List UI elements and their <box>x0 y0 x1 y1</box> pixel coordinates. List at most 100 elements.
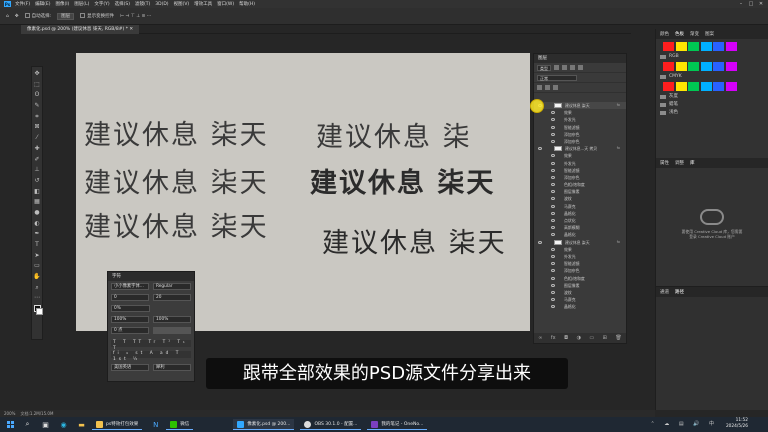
visibility-eye-icon[interactable] <box>551 233 555 237</box>
tab-swatches[interactable]: 色板 <box>675 31 684 37</box>
eyedropper-tool-icon[interactable]: ⁄ <box>33 134 41 142</box>
font-family-dropdown[interactable]: 小小像素字体... <box>111 283 149 290</box>
zoom-level[interactable]: 200% <box>4 411 15 416</box>
color-swatch[interactable] <box>725 42 737 51</box>
layer-effect-item[interactable]: 效果 <box>534 152 626 159</box>
visibility-eye-icon[interactable] <box>551 118 555 122</box>
layer-effect-item[interactable]: 智能滤镜 <box>534 260 626 267</box>
color-swatch[interactable] <box>725 82 737 91</box>
menu-plugins[interactable]: 增效工具 <box>194 1 212 7</box>
color-swatch[interactable] <box>663 82 674 91</box>
healing-tool-icon[interactable]: ✚ <box>33 145 41 153</box>
visibility-eye-icon[interactable] <box>551 276 555 280</box>
leading-field[interactable]: 20 <box>153 294 191 301</box>
lock-position-icon[interactable] <box>545 85 550 90</box>
fx-badge-icon[interactable]: fx <box>617 102 620 109</box>
visibility-eye-icon[interactable] <box>551 226 555 230</box>
path-select-tool-icon[interactable]: ➤ <box>33 252 41 260</box>
layer-effect-item[interactable]: 晶格化 <box>534 303 626 310</box>
layer-effect-item[interactable]: 外发光 <box>534 116 626 123</box>
lasso-tool-icon[interactable]: ʘ <box>33 91 41 99</box>
layer-effect-item[interactable]: 外发光 <box>534 160 626 167</box>
visibility-eye-icon[interactable] <box>551 111 555 115</box>
layer-effect-item[interactable]: 高斯模糊 <box>534 224 626 231</box>
visibility-eye-icon[interactable] <box>551 139 555 143</box>
move-tool-icon[interactable]: ✥ <box>15 14 19 19</box>
tab-libraries[interactable]: 库 <box>690 160 695 166</box>
taskbar-app-folder[interactable]: ps特效打包效果 <box>92 419 143 430</box>
color-swatch[interactable] <box>675 62 687 71</box>
visibility-eye-icon[interactable] <box>551 154 555 158</box>
color-swatch[interactable] <box>713 62 724 71</box>
tab-patterns[interactable]: 图案 <box>705 31 714 37</box>
system-tray[interactable]: ⌃ ☁ ▤ 🔊 中 <box>651 417 719 432</box>
minimize-icon[interactable]: – <box>736 1 746 7</box>
menu-help[interactable]: 帮助(H) <box>239 1 255 7</box>
visibility-eye-icon[interactable] <box>551 269 555 273</box>
visibility-eye-icon[interactable] <box>551 197 555 201</box>
fx-badge-icon[interactable]: fx <box>617 239 620 246</box>
move-tool-icon[interactable]: ✥ <box>33 70 41 78</box>
adjustment-icon[interactable]: ◑ <box>577 335 581 341</box>
more-tools-icon[interactable]: ⋯ <box>33 294 41 302</box>
visibility-eye-icon[interactable] <box>551 219 555 222</box>
visibility-eye-icon[interactable] <box>551 161 555 165</box>
dodge-tool-icon[interactable]: ◐ <box>33 220 41 228</box>
tab-paths[interactable]: 路径 <box>675 289 684 295</box>
home-icon[interactable]: ⌂ <box>6 14 9 19</box>
color-swatch[interactable] <box>675 82 687 91</box>
menu-view[interactable]: 视图(V) <box>174 1 190 7</box>
layer-effect-item[interactable]: 智能滤镜 <box>534 124 626 131</box>
layer-effect-item[interactable]: 图层像素 <box>534 282 626 289</box>
file-explorer-icon[interactable]: ▬ <box>77 421 86 429</box>
search-icon[interactable]: ⌕ <box>23 420 32 429</box>
taskbar-app-obs[interactable]: OBS 30.1.0 - 配置... <box>300 419 362 430</box>
layer-effect-item[interactable]: 添加杂色 <box>534 131 626 138</box>
close-icon[interactable]: ✕ <box>756 1 766 7</box>
lock-icon[interactable] <box>537 85 542 90</box>
visibility-eye-icon[interactable] <box>551 298 555 302</box>
layer-effect-item[interactable]: 晶格化 <box>534 210 626 217</box>
menu-type[interactable]: 文字(Y) <box>94 1 109 7</box>
menu-edit[interactable]: 编辑(E) <box>35 1 50 7</box>
close-tab-icon[interactable]: ✕ <box>129 27 133 32</box>
layer-effect-item[interactable]: 效果 <box>534 246 626 253</box>
swatch-group-gray[interactable]: 灰度 <box>656 93 768 101</box>
gradient-tool-icon[interactable]: ▦ <box>33 198 41 206</box>
anti-alias-dropdown[interactable]: 犀利 <box>153 364 191 371</box>
color-swatch[interactable] <box>700 42 712 51</box>
crop-tool-icon[interactable]: ⌗ <box>33 113 41 121</box>
show-transform-option[interactable]: 显示变换控件 <box>80 13 114 19</box>
language-dropdown[interactable]: 美国英语 <box>111 364 149 371</box>
visibility-eye-icon[interactable] <box>551 175 555 179</box>
layer-effect-item[interactable]: 效果 <box>534 109 626 116</box>
visibility-eye-icon[interactable] <box>551 211 555 215</box>
color-swatch[interactable] <box>663 62 674 71</box>
filter-pixel-icon[interactable] <box>554 65 559 70</box>
taskbar-clock[interactable]: 11:52 2024/5/26 <box>726 417 748 432</box>
visibility-eye-icon[interactable] <box>538 147 542 151</box>
group-icon[interactable]: ▭ <box>589 335 594 341</box>
type-tool-icon[interactable]: T <box>33 241 41 249</box>
windows-start-icon[interactable] <box>7 421 14 428</box>
vertical-scale-field[interactable]: 100% <box>111 316 149 323</box>
layer-effect-item[interactable]: 色相/饱和度 <box>534 275 626 282</box>
visibility-eye-icon[interactable] <box>551 283 555 287</box>
visibility-eye-icon[interactable] <box>551 132 555 136</box>
swatch-group-cmyk[interactable]: CMYK <box>656 73 768 81</box>
mask-icon[interactable]: ◘ <box>564 335 568 341</box>
new-layer-icon[interactable]: ⊞ <box>603 335 607 341</box>
font-size-field[interactable]: 0 <box>111 294 149 301</box>
cc-text-line-2[interactable]: 登录 Creative Cloud 账户 <box>656 234 768 239</box>
swatch-group-light[interactable]: 浅色 <box>656 109 768 117</box>
hand-tool-icon[interactable]: ✋ <box>33 273 41 281</box>
menu-window[interactable]: 窗口(W) <box>217 1 234 7</box>
font-style-dropdown[interactable]: Regular <box>153 283 191 290</box>
auto-select-target-dropdown[interactable]: 图层 <box>57 12 75 20</box>
layer-effect-item[interactable]: 添加杂色 <box>534 138 626 145</box>
layer-item[interactable]: fx 建议休息 柒天 <box>534 239 626 246</box>
layer-effect-item[interactable]: 波纹 <box>534 195 626 202</box>
visibility-eye-icon[interactable] <box>551 168 555 172</box>
layer-effect-item[interactable]: 外发光 <box>534 253 626 260</box>
layer-effect-item[interactable]: 添加杂色 <box>534 174 626 181</box>
